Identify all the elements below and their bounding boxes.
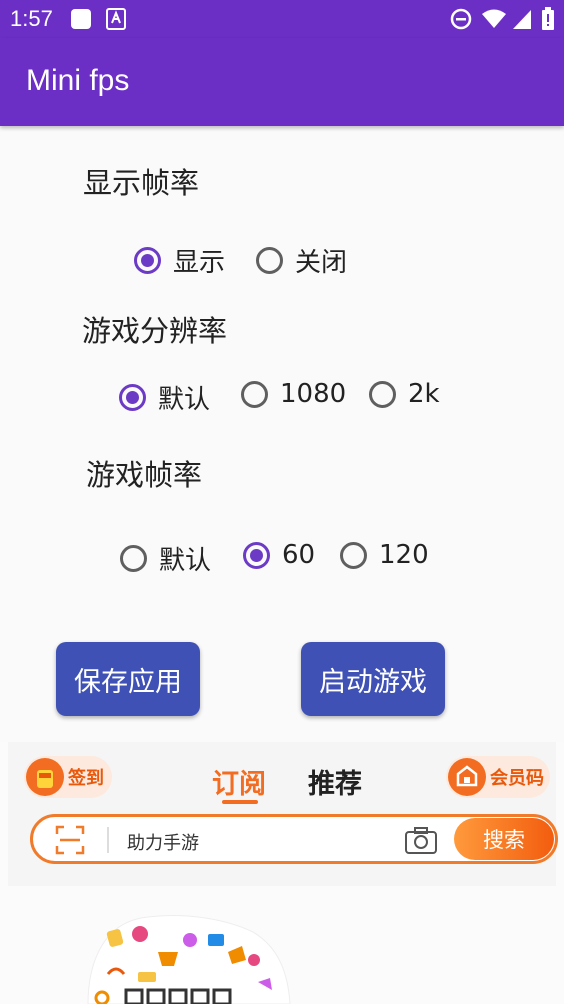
app-title: Mini fps xyxy=(26,64,130,97)
wifi-icon xyxy=(481,9,507,33)
save-apply-button[interactable]: 保存应用 xyxy=(56,642,200,716)
radio-label: 关闭 xyxy=(295,248,348,278)
member-code-label: 会员码 xyxy=(490,768,544,789)
app-bar: Mini fps xyxy=(0,38,564,126)
battery-icon xyxy=(541,7,555,35)
radio-circle xyxy=(369,380,396,408)
radio-circle xyxy=(120,545,147,572)
radio-label: 120 xyxy=(379,540,429,570)
ad-search-bar[interactable]: 助力手游 搜索 xyxy=(30,814,558,864)
game-fps-label: 游戏帧率 xyxy=(86,458,203,492)
radio-fps-default[interactable]: 默认 xyxy=(120,540,211,577)
member-code-button[interactable]: 会员码 xyxy=(446,756,550,798)
radio-resolution-default[interactable]: 默认 xyxy=(119,379,210,416)
radio-circle xyxy=(134,247,161,274)
radio-circle xyxy=(340,541,367,569)
member-code-icon xyxy=(448,758,486,796)
radio-label: 60 xyxy=(282,540,316,570)
radio-resolution-1080[interactable]: 1080 xyxy=(241,379,346,409)
radio-fps-120[interactable]: 120 xyxy=(340,540,429,570)
status-bar: 1:57 xyxy=(0,0,564,38)
notification-square-icon xyxy=(70,8,92,34)
radio-circle xyxy=(119,384,146,411)
active-tab-indicator xyxy=(222,800,258,804)
resolution-label: 游戏分辨率 xyxy=(82,314,228,348)
radio-label: 1080 xyxy=(280,379,347,409)
camera-icon[interactable] xyxy=(405,826,437,858)
radio-display-off[interactable]: 关闭 xyxy=(256,242,347,279)
checkin-mascot-icon xyxy=(26,758,64,796)
tab-recommend[interactable]: 推荐 xyxy=(308,762,362,801)
radio-display-show[interactable]: 显示 xyxy=(134,242,225,279)
radio-label: 默认 xyxy=(158,385,211,415)
search-text: 助力手游 xyxy=(127,833,199,854)
search-divider xyxy=(107,827,109,853)
status-time: 1:57 xyxy=(10,6,53,31)
ad-header: 签到 订阅 推荐 会员码 助力手游 搜索 xyxy=(8,742,558,886)
radio-label: 2k xyxy=(408,379,440,409)
tab-subscribe[interactable]: 订阅 xyxy=(212,762,266,801)
launch-game-button[interactable]: 启动游戏 xyxy=(301,642,445,716)
radio-resolution-2k[interactable]: 2k xyxy=(369,379,440,409)
search-button[interactable]: 搜索 xyxy=(454,818,554,860)
notification-app-icon xyxy=(106,8,126,34)
radio-circle xyxy=(241,380,268,408)
checkin-label: 签到 xyxy=(68,768,104,789)
scan-icon[interactable] xyxy=(55,825,85,859)
cell-signal-icon xyxy=(512,8,532,34)
radio-fps-60[interactable]: 60 xyxy=(243,540,315,570)
ad-illustration xyxy=(78,912,298,1004)
checkin-button[interactable]: 签到 xyxy=(24,756,112,798)
radio-circle xyxy=(243,541,270,569)
display-fps-label: 显示帧率 xyxy=(83,166,200,200)
radio-label: 默认 xyxy=(159,546,212,576)
do-not-disturb-icon xyxy=(450,8,472,34)
radio-circle xyxy=(256,247,283,274)
radio-label: 显示 xyxy=(173,248,226,278)
ad-banner[interactable]: 签到 订阅 推荐 会员码 助力手游 搜索 xyxy=(0,742,564,1004)
